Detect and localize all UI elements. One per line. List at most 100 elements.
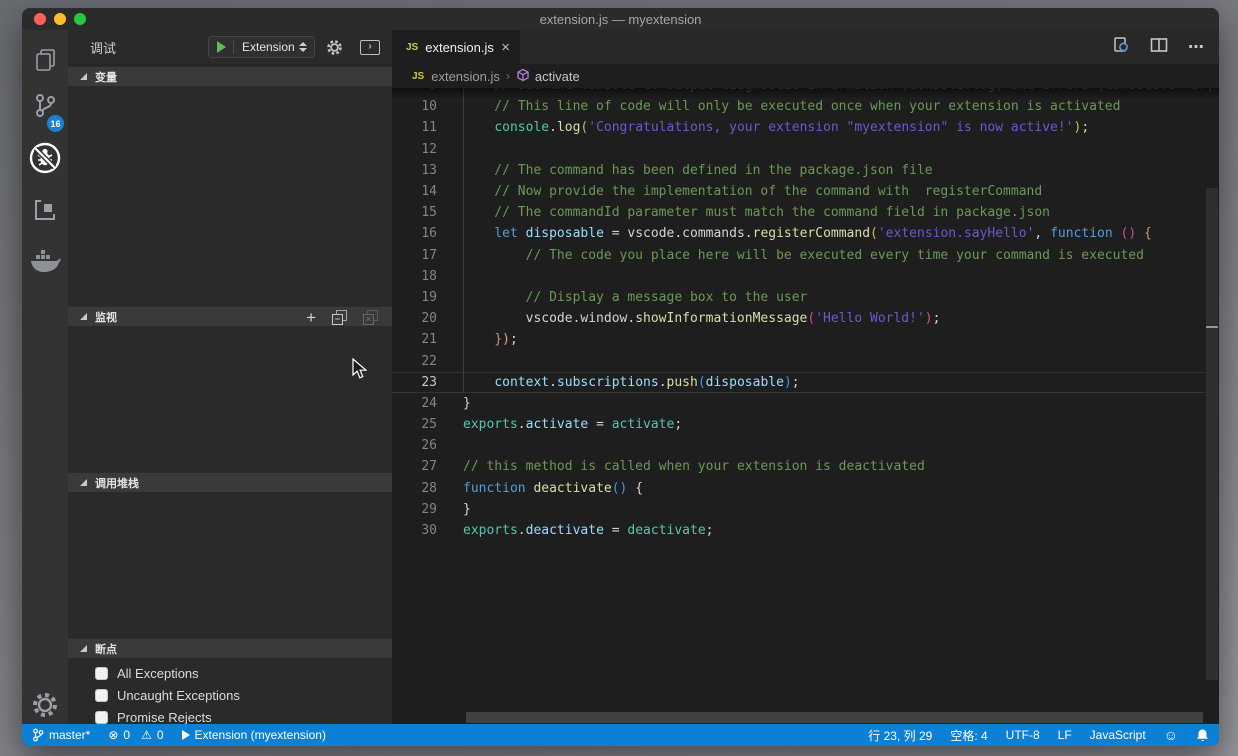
line-number[interactable]: 14 <box>392 184 437 199</box>
split-editor-icon[interactable] <box>1150 37 1168 58</box>
configure-gear-icon[interactable] <box>326 39 343 61</box>
watch-panel[interactable] <box>68 326 392 472</box>
start-debug-icon[interactable] <box>217 41 226 53</box>
line-number[interactable]: 30 <box>392 523 437 538</box>
docker-icon[interactable] <box>22 240 68 280</box>
code-text: }); <box>463 332 518 347</box>
tab-extension-js[interactable]: JS extension.js × <box>392 30 520 64</box>
vertical-scrollbar[interactable] <box>1206 188 1218 680</box>
line-number[interactable]: 9 <box>392 88 437 93</box>
code-line-13[interactable]: 13 // The command has been defined in th… <box>392 160 1205 181</box>
horizontal-scrollbar[interactable] <box>466 712 1203 723</box>
code-line-26[interactable]: 26 <box>392 435 1205 456</box>
code-line-24[interactable]: 24} <box>392 393 1205 414</box>
line-number[interactable]: 17 <box>392 248 437 263</box>
line-number[interactable]: 24 <box>392 396 437 411</box>
debug-console-icon[interactable]: › <box>360 40 380 55</box>
explorer-icon[interactable] <box>22 40 68 80</box>
collapse-all-icon[interactable]: − <box>332 310 347 325</box>
debug-icon[interactable] <box>22 138 68 178</box>
launch-config-dropdown[interactable]: Extension <box>208 36 315 58</box>
error-count: 0 <box>123 728 130 742</box>
line-number[interactable]: 20 <box>392 311 437 326</box>
line-number[interactable]: 22 <box>392 354 437 369</box>
more-actions-icon[interactable]: ⋯ <box>1188 37 1205 57</box>
code-line-17[interactable]: 17 // The code you place here will be ex… <box>392 245 1205 266</box>
call-stack-panel[interactable] <box>68 492 392 638</box>
line-number[interactable]: 18 <box>392 269 437 284</box>
section-title: 调用堆栈 <box>95 475 139 491</box>
section-header-watch[interactable]: 监视 + − × <box>68 306 392 326</box>
zoom-window-button[interactable] <box>74 13 86 25</box>
traffic-lights <box>34 13 86 25</box>
code-line-10[interactable]: 10 // This line of code will only be exe… <box>392 96 1205 117</box>
encoding-status[interactable]: UTF-8 <box>1006 728 1040 742</box>
breakpoint-item[interactable]: Uncaught Exceptions <box>68 684 392 706</box>
problems-status[interactable]: ⊗ 0 ⚠ 0 <box>108 728 163 742</box>
overview-ruler-marker <box>1206 326 1218 328</box>
symbol-method-icon <box>516 68 530 85</box>
settings-gear-icon[interactable] <box>22 685 68 725</box>
section-header-breakpoints[interactable]: 断点 <box>68 638 392 658</box>
minimize-window-button[interactable] <box>54 13 66 25</box>
debug-target-status[interactable]: Extension (myextension) <box>182 728 326 742</box>
breadcrumb-symbol[interactable]: activate <box>535 69 580 84</box>
line-number[interactable]: 15 <box>392 205 437 220</box>
breakpoint-checkbox[interactable] <box>95 711 108 724</box>
cursor-position-status[interactable]: 行 23, 列 29 <box>868 727 932 744</box>
add-watch-icon[interactable]: + <box>306 309 316 326</box>
code-area[interactable]: 9 // Use the console to output diagnosti… <box>392 88 1219 724</box>
feedback-smiley-icon[interactable]: ☺ <box>1164 727 1178 743</box>
code-line-16[interactable]: 16 let disposable = vscode.commands.regi… <box>392 223 1205 244</box>
language-mode-status[interactable]: JavaScript <box>1090 728 1146 742</box>
code-line-23[interactable]: 23 context.subscriptions.push(disposable… <box>392 372 1205 393</box>
notifications-bell-icon[interactable] <box>1196 728 1209 742</box>
line-number[interactable]: 13 <box>392 163 437 178</box>
line-number[interactable]: 11 <box>392 120 437 135</box>
code-line-18[interactable]: 18 <box>392 266 1205 287</box>
line-number[interactable]: 16 <box>392 226 437 241</box>
code-text: function deactivate() { <box>463 481 643 496</box>
line-number[interactable]: 28 <box>392 481 437 496</box>
code-line-25[interactable]: 25exports.activate = activate; <box>392 414 1205 435</box>
line-number[interactable]: 29 <box>392 502 437 517</box>
line-number[interactable]: 12 <box>392 142 437 157</box>
breadcrumb-separator: › <box>506 69 510 83</box>
eol-status[interactable]: LF <box>1058 728 1072 742</box>
breakpoint-checkbox[interactable] <box>95 689 108 702</box>
code-line-9[interactable]: 9 // Use the console to output diagnosti… <box>392 88 1205 96</box>
line-number[interactable]: 21 <box>392 332 437 347</box>
open-preview-icon[interactable] <box>1112 36 1130 59</box>
section-header-call-stack[interactable]: 调用堆栈 <box>68 472 392 492</box>
code-line-15[interactable]: 15 // The commandId parameter must match… <box>392 202 1205 223</box>
breadcrumb-file[interactable]: extension.js <box>431 69 500 84</box>
variables-panel[interactable] <box>68 86 392 306</box>
code-line-27[interactable]: 27// this method is called when your ext… <box>392 456 1205 477</box>
code-line-22[interactable]: 22 <box>392 350 1205 371</box>
code-line-29[interactable]: 29} <box>392 499 1205 520</box>
breakpoint-item[interactable]: All Exceptions <box>68 662 392 684</box>
source-control-icon[interactable]: 16 <box>22 86 68 126</box>
line-number[interactable]: 10 <box>392 99 437 114</box>
code-line-14[interactable]: 14 // Now provide the implementation of … <box>392 181 1205 202</box>
code-line-20[interactable]: 20 vscode.window.showInformationMessage(… <box>392 308 1205 329</box>
code-line-12[interactable]: 12 <box>392 139 1205 160</box>
code-line-21[interactable]: 21 }); <box>392 329 1205 350</box>
close-window-button[interactable] <box>34 13 46 25</box>
line-number[interactable]: 25 <box>392 417 437 432</box>
line-number[interactable]: 19 <box>392 290 437 305</box>
git-branch-status[interactable]: master* <box>32 728 90 742</box>
code-line-19[interactable]: 19 // Display a message box to the user <box>392 287 1205 308</box>
section-header-variables[interactable]: 变量 <box>68 66 392 86</box>
line-number[interactable]: 23 <box>392 375 437 390</box>
code-line-11[interactable]: 11 console.log('Congratulations, your ex… <box>392 117 1205 138</box>
code-line-28[interactable]: 28 function deactivate() { <box>392 478 1205 499</box>
indentation-status[interactable]: 空格: 4 <box>950 727 987 744</box>
line-number[interactable]: 27 <box>392 459 437 474</box>
code-line-30[interactable]: 30exports.deactivate = deactivate; <box>392 520 1205 541</box>
titlebar: extension.js — myextension <box>22 8 1219 30</box>
breakpoint-checkbox[interactable] <box>95 667 108 680</box>
line-number[interactable]: 26 <box>392 438 437 453</box>
close-tab-icon[interactable]: × <box>501 39 510 56</box>
extensions-icon[interactable] <box>22 190 68 230</box>
